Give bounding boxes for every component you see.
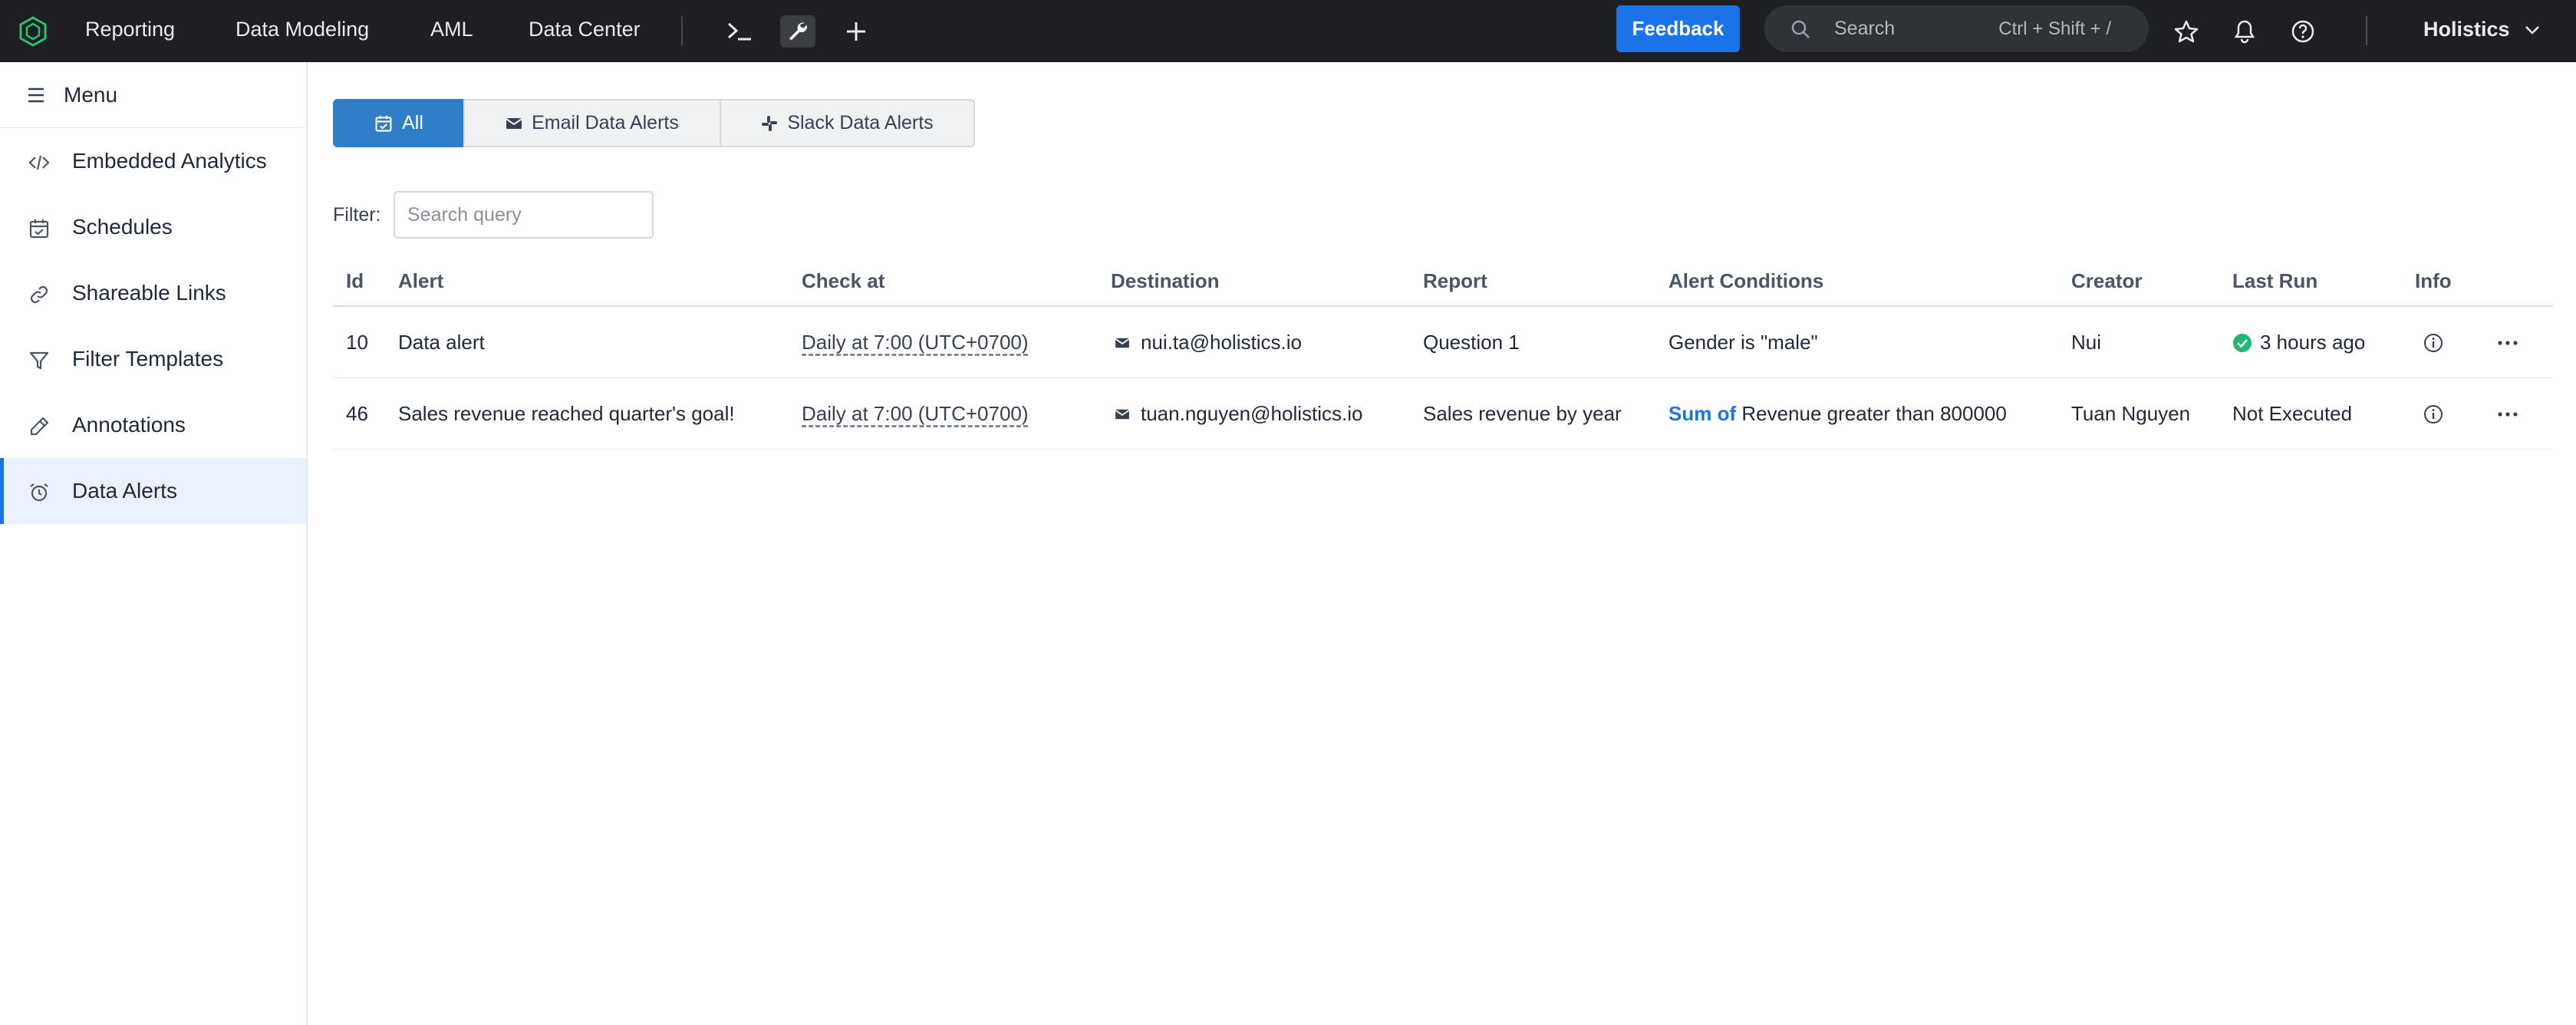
sidebar-item-filter-templates[interactable]: Filter Templates [0,326,306,392]
cell-report[interactable]: Sales revenue by year [1423,378,1622,450]
wrench-icon[interactable] [780,15,815,48]
sidebar-item-label: Shareable Links [72,281,226,305]
sidebar-menu-toggle[interactable]: Menu [0,62,306,128]
cell-alert-condition: Gender is "male" [1668,307,1818,378]
calendar-check-icon [29,219,49,239]
column-header-destination[interactable]: Destination [1111,264,1220,298]
star-icon[interactable] [2169,15,2204,48]
cell-destination: tuan.nguyen@holistics.io [1115,378,1362,450]
topbar-divider [2366,16,2367,45]
sidebar-item-annotations[interactable]: Annotations [0,392,306,458]
alarm-icon [30,483,48,502]
tab-email-data-alerts[interactable]: Email Data Alerts [463,99,721,147]
nav-aml[interactable]: AML [430,0,473,62]
sidebar-item-label: Annotations [72,413,186,437]
alert-type-tabs: All Email Data Alerts Slack Data Alerts [333,99,975,147]
cell-check-at[interactable]: Daily at 7:00 (UTC+0700) [802,307,1029,378]
top-navigation-bar: Reporting Data Modeling AML Data Center … [0,0,2576,62]
search-shortcut: Ctrl + Shift + / [1998,18,2111,39]
sidebar-item-label: Schedules [72,215,173,239]
hamburger-icon [28,87,44,103]
column-header-info: Info [2415,269,2452,292]
column-header-creator[interactable]: Creator [2071,264,2142,298]
cell-last-run: 3 hours ago [2232,307,2365,378]
cell-alert-condition: Sum of Revenue greater than 800000 [1668,378,2007,450]
topbar-divider [681,16,683,45]
holistics-logo-icon[interactable] [17,15,49,48]
envelope-icon [1115,409,1130,419]
nav-data-center[interactable]: Data Center [529,0,641,62]
cell-check-at[interactable]: Daily at 7:00 (UTC+0700) [802,378,1029,450]
cell-id: 46 [346,402,368,425]
cell-alert-name[interactable]: Sales revenue reached quarter's goal! [398,378,735,450]
cell-creator: Tuan Nguyen [2071,402,2191,425]
pencil-icon [30,417,49,436]
sidebar-item-label: Filter Templates [72,347,224,371]
terminal-icon[interactable] [722,15,757,48]
cell-creator: Nui [2071,331,2102,354]
column-header-alert[interactable]: Alert [398,264,443,298]
nav-data-modeling[interactable]: Data Modeling [236,0,369,62]
cell-last-run: Not Executed [2232,402,2353,425]
check-circle-icon [2233,333,2252,352]
table-row[interactable]: 10 Data alert Daily at 7:00 (UTC+0700) n… [333,307,2553,378]
column-header-report[interactable]: Report [1423,264,1487,298]
cell-id: 10 [346,331,368,354]
column-header-check-at[interactable]: Check at [802,264,884,298]
envelope-icon [1115,338,1130,348]
last-run-text: 3 hours ago [2260,331,2366,354]
sidebar-menu-label: Menu [64,83,118,107]
plus-icon[interactable] [838,15,874,48]
code-icon [28,155,50,170]
condition-text: Gender is "male" [1668,331,1818,354]
tab-label: All [402,112,423,133]
cell-destination: nui.ta@holistics.io [1115,307,1302,378]
search-placeholder: Search [1834,18,1896,39]
sidebar-item-data-alerts[interactable]: Data Alerts [0,458,306,524]
tab-label: Slack Data Alerts [787,112,934,133]
sidebar-item-shareable-links[interactable]: Shareable Links [0,260,306,326]
column-header-id[interactable]: Id [346,264,364,298]
table-row[interactable]: 46 Sales revenue reached quarter's goal!… [333,378,2553,450]
sidebar-item-embedded-analytics[interactable]: Embedded Analytics [0,128,306,194]
bell-icon[interactable] [2227,15,2262,48]
column-header-alert-conditions[interactable]: Alert Conditions [1668,264,1823,298]
condition-aggregation: Sum of [1668,402,1737,425]
info-icon[interactable] [2420,330,2446,356]
sidebar-item-label: Embedded Analytics [72,149,267,173]
search-icon [1791,20,1810,38]
help-icon[interactable] [2285,15,2321,48]
cell-alert-name[interactable]: Data alert [398,307,485,378]
more-options-icon[interactable] [2495,330,2521,356]
feedback-button[interactable]: Feedback [1616,5,1740,52]
sidebar: Menu Embedded Analytics Schedules Sharea… [0,62,308,1025]
workspace-name[interactable]: Holistics [2423,0,2510,58]
nav-reporting[interactable]: Reporting [85,0,175,62]
envelope-icon [506,117,522,129]
sidebar-item-schedules[interactable]: Schedules [0,194,306,260]
sidebar-item-label: Data Alerts [72,479,177,503]
chevron-down-icon[interactable] [2524,24,2541,36]
column-header-last-run[interactable]: Last Run [2232,264,2317,298]
global-search[interactable]: Search Ctrl + Shift + / [1764,5,2149,52]
calendar-check-icon [375,115,392,131]
link-icon [30,285,48,304]
filter-label: Filter: [333,204,381,226]
filter-search-input[interactable] [394,191,654,239]
tab-all[interactable]: All [333,99,465,147]
condition-text: Revenue greater than 800000 [1741,402,2007,425]
cell-report[interactable]: Question 1 [1423,307,1520,378]
slack-icon [762,115,778,131]
destination-email: tuan.nguyen@holistics.io [1141,402,1363,425]
filter-icon [29,351,49,370]
tab-slack-data-alerts[interactable]: Slack Data Alerts [720,99,975,147]
destination-email: nui.ta@holistics.io [1141,331,1302,354]
info-icon[interactable] [2420,401,2446,427]
tab-label: Email Data Alerts [532,112,679,133]
more-options-icon[interactable] [2495,401,2521,427]
